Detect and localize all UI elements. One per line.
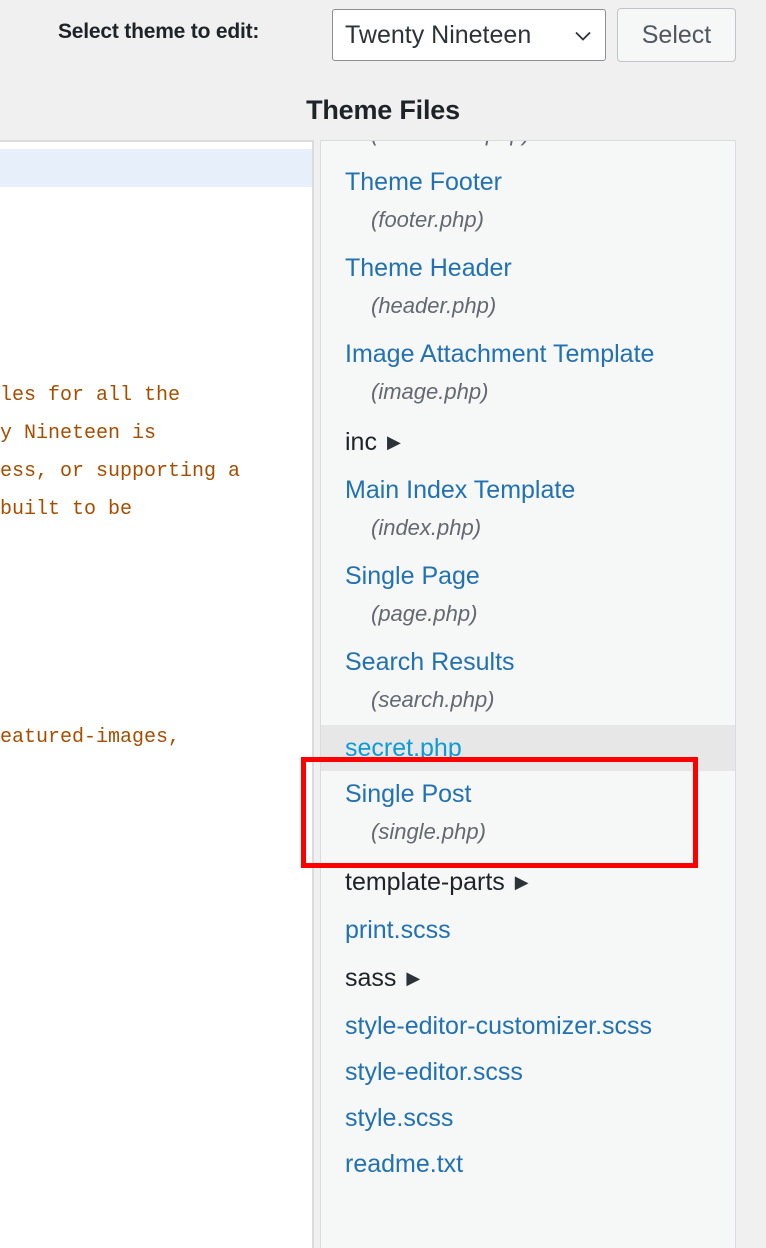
select-theme-button[interactable]: Select — [617, 8, 736, 62]
code-line: eatured-images, — [0, 726, 181, 749]
theme-file-list: (comments.php)Theme Footer(footer.php)Th… — [321, 141, 735, 1187]
folder-toggle-sass[interactable]: sass ▶ — [321, 953, 735, 1003]
file-list-item[interactable]: Theme Footer (footer.php) — [321, 159, 735, 245]
code-line: les for all the — [0, 384, 181, 407]
code-line: y Nineteen is — [0, 422, 157, 445]
file-list-item[interactable]: Single Page (page.php) — [321, 553, 735, 639]
file-link-theme-header[interactable]: Theme Header — [321, 245, 735, 291]
file-list-item[interactable]: style-editor-customizer.scss — [321, 1003, 735, 1049]
file-slug: (image.php) — [371, 379, 489, 404]
page-title: Theme Files — [306, 95, 460, 125]
file-link-theme-footer[interactable]: Theme Footer — [321, 159, 735, 205]
theme-select-dropdown[interactable]: Twenty Nineteen — [332, 9, 606, 61]
editor-area: les for all the y Nineteen is ess, or supp… — [0, 140, 766, 1248]
file-slug: (comments.php) — [321, 141, 735, 159]
file-link-main-index-template[interactable]: Main Index Template — [321, 467, 735, 513]
file-slug: (index.php) — [371, 515, 482, 540]
file-list-folder[interactable]: template-parts ▶ — [321, 857, 735, 907]
folder-label: sass — [345, 964, 397, 992]
file-link-style-scss[interactable]: style.scss — [321, 1095, 735, 1141]
theme-file-list-panel[interactable]: (comments.php)Theme Footer(footer.php)Th… — [320, 140, 736, 1248]
file-slug: (page.php) — [371, 601, 478, 626]
file-link-single-page[interactable]: Single Page — [321, 553, 735, 599]
file-list-item[interactable]: readme.txt — [321, 1141, 735, 1187]
file-list-item[interactable]: Main Index Template (index.php) — [321, 467, 735, 553]
file-list-folder[interactable]: inc ▶ — [321, 417, 735, 467]
file-link-style-editor-scss[interactable]: style-editor.scss — [321, 1049, 735, 1095]
file-list-item[interactable]: Single Post (single.php) — [321, 771, 735, 857]
file-slug: (search.php) — [371, 687, 495, 712]
file-link-style-editor-customizer-scss[interactable]: style-editor-customizer.scss — [321, 1003, 735, 1049]
file-list-item[interactable]: style.scss — [321, 1095, 735, 1141]
file-list-item[interactable]: print.scss — [321, 907, 735, 953]
file-link-readme-txt[interactable]: readme.txt — [321, 1141, 735, 1187]
file-list-item[interactable]: Image Attachment Template (image.php) — [321, 331, 735, 417]
file-link-print-scss[interactable]: print.scss — [321, 907, 735, 953]
code-line: built to be — [0, 498, 133, 521]
theme-selector-bar: Select theme to edit: Twenty Nineteen Se… — [0, 0, 766, 88]
file-list-item[interactable]: style-editor.scss — [321, 1049, 735, 1095]
theme-select-value: Twenty Nineteen — [345, 21, 532, 49]
theme-select-label: Select theme to edit: — [58, 20, 260, 43]
file-link-image-attachment-template[interactable]: Image Attachment Template — [321, 331, 735, 377]
folder-toggle-inc[interactable]: inc ▶ — [321, 417, 735, 467]
file-list-item[interactable]: secret.php — [321, 725, 735, 771]
file-list-item[interactable]: (comments.php) — [321, 141, 735, 159]
file-link-search-results[interactable]: Search Results — [321, 639, 735, 685]
file-link-secret-php[interactable]: secret.php — [321, 725, 735, 771]
code-line: ess, or supporting a — [0, 460, 241, 483]
caret-right-icon: ▶ — [406, 968, 421, 988]
file-link-single-post[interactable]: Single Post — [321, 771, 735, 817]
code-editor-content: les for all the y Nineteen is ess, or supp… — [0, 149, 312, 757]
file-list-folder[interactable]: sass ▶ — [321, 953, 735, 1003]
file-slug: (single.php) — [371, 819, 486, 844]
folder-label: inc — [345, 428, 377, 456]
chevron-down-icon — [574, 27, 592, 45]
caret-right-icon: ▶ — [386, 432, 401, 452]
file-slug: (header.php) — [371, 293, 497, 318]
folder-toggle-template-parts[interactable]: template-parts ▶ — [321, 857, 735, 907]
file-slug: (footer.php) — [371, 207, 484, 232]
code-editor-pane[interactable]: les for all the y Nineteen is ess, or supp… — [0, 140, 314, 1248]
folder-label: template-parts — [345, 868, 505, 896]
caret-right-icon: ▶ — [514, 872, 529, 892]
file-list-item[interactable]: Theme Header (header.php) — [321, 245, 735, 331]
file-list-item[interactable]: Search Results (search.php) — [321, 639, 735, 725]
